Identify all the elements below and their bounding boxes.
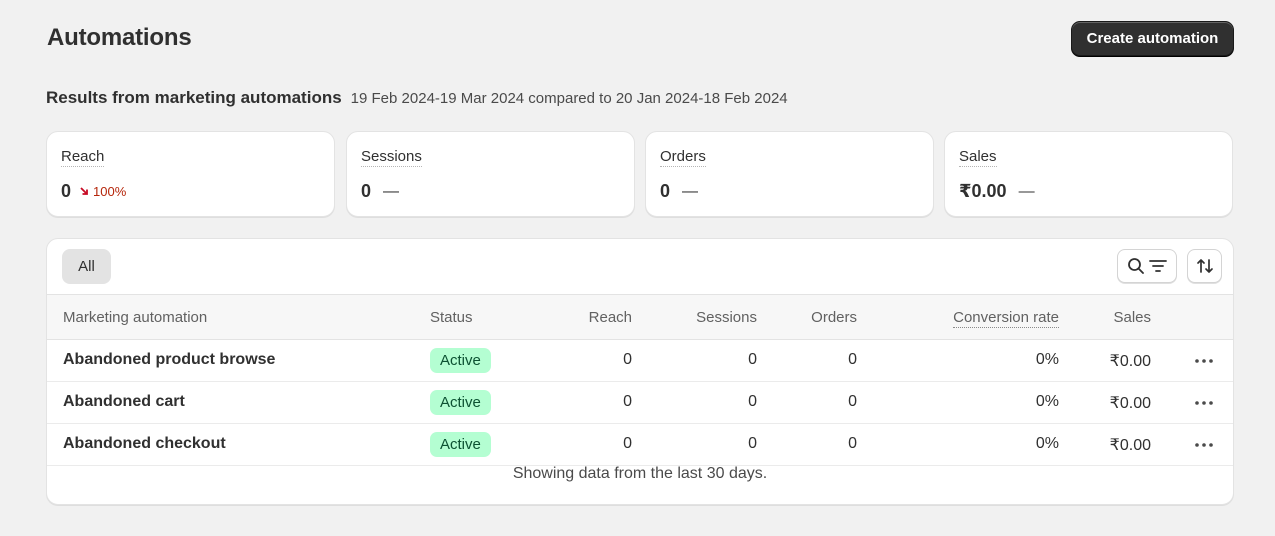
automation-name[interactable]: Abandoned checkout [63,435,226,453]
status-badge: Active [430,432,491,457]
date-range: 19 Feb 2024-19 Mar 2024 compared to 20 J… [350,90,788,107]
metric-change: 100% [79,184,126,199]
column-header-sales: Sales [1113,309,1151,326]
orders-cell: 0 [848,351,857,368]
metric-change-value: 100% [93,184,127,199]
more-actions-button[interactable] [1189,347,1219,375]
create-automation-button[interactable]: Create automation [1071,21,1234,56]
metric-card-sessions: Sessions 0 — [346,131,635,217]
search-filter-button[interactable] [1117,249,1177,283]
metric-label[interactable]: Sales [959,148,997,167]
reach-cell: 0 [623,435,632,452]
column-header-sessions: Sessions [696,309,757,326]
results-title: Results from marketing automations [46,88,342,107]
conversion-rate-cell: 0% [1035,393,1059,410]
metric-change: — [682,182,699,200]
automation-name[interactable]: Abandoned product browse [63,351,275,369]
metric-label[interactable]: Sessions [361,148,422,167]
metric-value: ₹0.00 [959,181,1007,201]
more-actions-button[interactable] [1189,431,1219,459]
column-header-automation: Marketing automation [63,309,208,326]
metric-value: 0 [61,181,72,201]
orders-cell: 0 [848,435,857,452]
sessions-cell: 0 [748,435,757,452]
arrow-down-right-icon [80,187,88,195]
table-row[interactable]: Abandoned cart Active 0 0 0 0% ₹0.00 [47,382,1233,424]
more-actions-button[interactable] [1189,389,1219,417]
sessions-cell: 0 [748,393,757,410]
column-header-conversion-rate[interactable]: Conversion rate [953,309,1059,328]
sort-icon [1196,259,1213,273]
sales-cell: ₹0.00 [1109,437,1151,454]
more-horizontal-icon [1195,443,1213,447]
metric-label[interactable]: Reach [61,148,105,167]
metric-card-reach: Reach 0 100% [46,131,335,217]
metric-card-orders: Orders 0 — [645,131,934,217]
metric-label[interactable]: Orders [660,148,706,167]
search-icon [1128,258,1144,274]
automations-table: All Marketing automation Status Reach Se… [46,238,1234,505]
sales-cell: ₹0.00 [1109,353,1151,370]
metric-change: — [383,182,400,200]
page-title: Automations [47,24,192,51]
reach-cell: 0 [623,393,632,410]
status-badge: Active [430,390,491,415]
more-horizontal-icon [1195,359,1213,363]
table-row[interactable]: Abandoned product browse Active 0 0 0 0%… [47,340,1233,382]
conversion-rate-cell: 0% [1035,351,1059,368]
column-header-status: Status [430,309,473,326]
results-header: Results from marketing automations 19 Fe… [46,88,788,108]
orders-cell: 0 [848,393,857,410]
metric-value: 0 [660,181,671,201]
metric-change: — [1018,182,1035,200]
column-header-orders: Orders [811,309,857,326]
conversion-rate-cell: 0% [1035,435,1059,452]
filter-icon [1149,260,1167,272]
automation-name[interactable]: Abandoned cart [63,393,185,411]
reach-cell: 0 [623,351,632,368]
tab-all[interactable]: All [62,249,111,284]
more-horizontal-icon [1195,401,1213,405]
sales-cell: ₹0.00 [1109,395,1151,412]
table-row[interactable]: Abandoned checkout Active 0 0 0 0% ₹0.00 [47,424,1233,466]
table-header: Marketing automation Status Reach Sessio… [47,294,1233,340]
status-badge: Active [430,348,491,373]
metric-value: 0 [361,181,372,201]
sessions-cell: 0 [748,351,757,368]
column-header-reach: Reach [588,309,632,326]
sort-button[interactable] [1187,249,1222,283]
table-footer-note: Showing data from the last 30 days. [512,465,768,482]
metric-card-sales: Sales ₹0.00 — [944,131,1233,217]
